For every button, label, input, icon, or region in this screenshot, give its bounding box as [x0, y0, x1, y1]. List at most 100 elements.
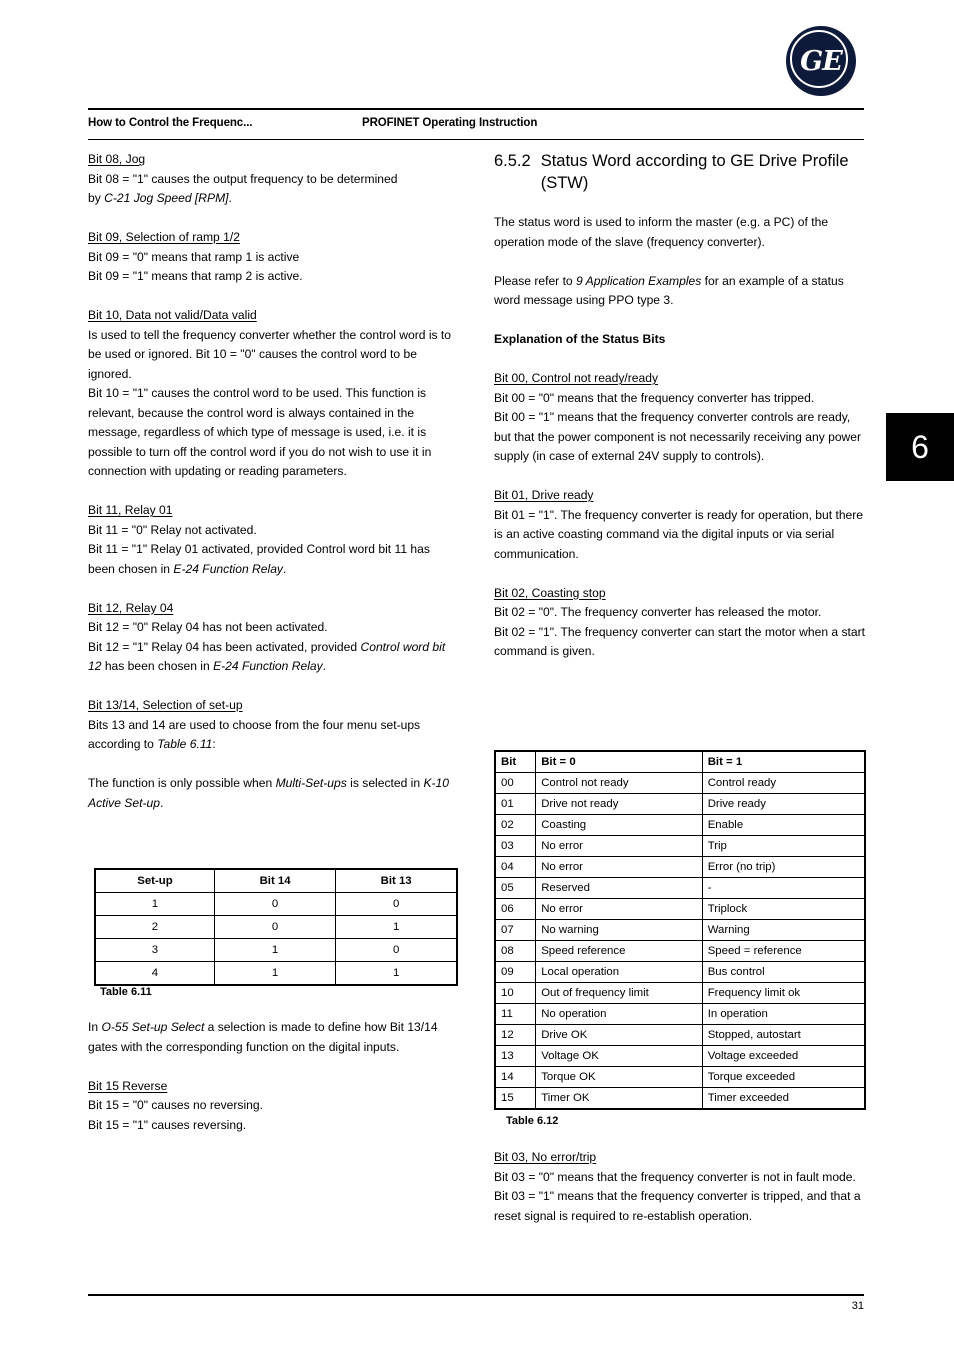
section-status-bit-00: Bit 00, Control not ready/ready Bit 00 =… [494, 369, 866, 467]
status-bit-00-line-1: Bit 00 = "0" means that the frequency co… [494, 390, 815, 405]
section-bit-12: Bit 12, Relay 04 Bit 12 = "0" Relay 04 h… [88, 599, 458, 677]
cell-bit-index: 01 [494, 793, 537, 815]
table-row: 02 Coasting Enable [494, 814, 866, 836]
section-bit-11: Bit 11, Relay 01 Bit 11 = "0" Relay not … [88, 501, 458, 579]
bit-11-line-2: Bit 11 = "1" Relay 01 activated, provide… [88, 542, 430, 576]
o55-setup-select-note: In O-55 Set-up Select a selection is mad… [88, 1018, 458, 1057]
multi-set-up-text: The function is only possible when Multi… [88, 776, 449, 810]
status-bit-02-line-1: Bit 02 = "0". The frequency converter ha… [494, 605, 822, 619]
table-row: 4 1 1 [94, 961, 458, 986]
cell-bit14: 1 [213, 938, 337, 962]
cell-bit-0-meaning: Local operation [535, 961, 703, 983]
section-bit-13-14: Bit 13/14, Selection of set-up Bits 13 a… [88, 696, 458, 755]
cell-bit-1-meaning: Bus control [701, 961, 866, 983]
section-bit-08: Bit 08, Jog Bit 08 = "1" causes the outp… [88, 150, 458, 209]
col-header-setup: Set-up [94, 868, 215, 893]
cell-bit-index: 09 [494, 961, 537, 983]
col-header-bit-0: Bit = 0 [535, 750, 703, 773]
table-row: 04 No error Error (no trip) [494, 856, 866, 878]
cell-bit13: 0 [335, 938, 458, 962]
table-row: 08 Speed reference Speed = reference [494, 940, 866, 962]
status-bit-03-line-2: Bit 03 = "1" means that the frequency co… [494, 1189, 861, 1223]
cell-bit-1-meaning: Control ready [701, 772, 866, 794]
cell-bit-0-meaning: Timer OK [535, 1087, 703, 1110]
section-number: 6.5.2 [494, 152, 531, 170]
table-header-row: Bit Bit = 0 Bit = 1 [494, 750, 866, 773]
bit-09-line-1: Bit 09 = "0" means that ramp 1 is active [88, 249, 300, 264]
bit-11-line-1: Bit 11 = "0" Relay not activated. [88, 522, 257, 537]
cell-bit-1-meaning: Error (no trip) [701, 856, 866, 878]
bit-09-heading: Bit 09, Selection of ramp 1/2 [88, 230, 240, 244]
ge-logo: GE [786, 26, 860, 100]
cell-bit-1-meaning: Warning [701, 919, 866, 941]
cell-setup: 3 [94, 938, 215, 962]
section-bit-15: Bit 15 Reverse Bit 15 = "0" causes no re… [88, 1077, 458, 1136]
section-bit-10: Bit 10, Data not valid/Data valid Is use… [88, 306, 458, 482]
table-setup-selection: Set-up Bit 14 Bit 13 1 0 0 2 0 1 3 1 0 4… [94, 868, 458, 986]
table-row: 15 Timer OK Timer exceeded [494, 1087, 866, 1110]
status-bit-00-line-2: Bit 00 = "1" means that the frequency co… [494, 410, 862, 463]
col-header-bit14: Bit 14 [213, 868, 337, 893]
bit-10-body-2: Bit 10 = "1" causes the control word to … [88, 386, 432, 478]
cell-bit-0-meaning: No warning [535, 919, 703, 941]
left-column: Bit 08, Jog Bit 08 = "1" causes the outp… [88, 150, 458, 813]
cell-bit-0-meaning: Drive OK [535, 1024, 703, 1046]
status-bit-00-heading: Bit 00, Control not ready/ready [494, 371, 659, 385]
bit-08-heading: Bit 08, Jog [88, 152, 146, 166]
status-bit-03-line-1: Bit 03 = "0" means that the frequency co… [494, 1169, 856, 1184]
header-document-title: PROFINET Operating Instruction [362, 117, 538, 129]
bit-11-heading: Bit 11, Relay 01 [88, 503, 173, 517]
section-bit-09: Bit 09, Selection of ramp 1/2 Bit 09 = "… [88, 228, 458, 287]
table-row: 00 Control not ready Control ready [494, 772, 866, 794]
cell-bit-index: 03 [494, 835, 537, 857]
cell-bit-1-meaning: Frequency limit ok [701, 982, 866, 1004]
cell-bit-index: 05 [494, 877, 537, 899]
cell-bit-1-meaning: Speed = reference [701, 940, 866, 962]
ge-logo-monogram: GE [800, 45, 843, 77]
cell-bit-0-meaning: Drive not ready [535, 793, 703, 815]
cell-bit-1-meaning: Timer exceeded [701, 1087, 866, 1110]
col-header-bit-1: Bit = 1 [701, 750, 866, 773]
left-column-lower: In O-55 Set-up Select a selection is mad… [88, 1018, 458, 1135]
cell-bit-1-meaning: Enable [701, 814, 866, 836]
refer-text: Please refer to 9 Application Examples f… [494, 273, 844, 308]
table-row: 07 No warning Warning [494, 919, 866, 941]
cell-bit-0-meaning: No operation [535, 1003, 703, 1025]
cell-bit-1-meaning: Voltage exceeded [701, 1045, 866, 1067]
table-row: 12 Drive OK Stopped, autostart [494, 1024, 866, 1046]
bit-08-line-1: Bit 08 = "1" causes the output frequency… [88, 171, 398, 186]
cell-bit13: 1 [335, 915, 458, 939]
section-title: Status Word according to GE Drive Profil… [540, 152, 849, 192]
cell-bit-1-meaning: Stopped, autostart [701, 1024, 866, 1046]
cell-bit-index: 06 [494, 898, 537, 920]
bit-13-14-heading: Bit 13/14, Selection of set-up [88, 698, 243, 712]
table-row: 3 1 0 [94, 938, 458, 962]
cell-bit-1-meaning: Triplock [701, 898, 866, 920]
multi-set-up-note: The function is only possible when Multi… [88, 774, 458, 813]
o55-text: In O-55 Set-up Select a selection is mad… [88, 1020, 438, 1054]
cell-bit-0-meaning: Reserved [535, 877, 703, 899]
col-header-bit13: Bit 13 [335, 868, 458, 893]
table-row: 1 0 0 [94, 892, 458, 916]
bit-15-line-2: Bit 15 = "1" causes reversing. [88, 1117, 247, 1132]
status-bit-02-line-2: Bit 02 = "1". The frequency converter ca… [494, 624, 866, 659]
table-row: 09 Local operation Bus control [494, 961, 866, 983]
cell-bit-0-meaning: Speed reference [535, 940, 703, 962]
cell-bit14: 1 [213, 961, 337, 986]
explanation-heading: Explanation of the Status Bits [494, 332, 666, 346]
bit-08-line-2: by C-21 Jog Speed [RPM]. [88, 191, 232, 205]
bit-15-heading: Bit 15 Reverse [88, 1078, 168, 1093]
section-status-bit-03: Bit 03, No error/trip Bit 03 = "0" means… [494, 1148, 866, 1226]
cell-bit-index: 00 [494, 772, 537, 794]
bit-10-body-1: Is used to tell the frequency converter … [88, 327, 452, 381]
page-number: 31 [851, 1300, 864, 1312]
header-rule-top [88, 108, 864, 110]
cell-bit-0-meaning: Torque OK [535, 1066, 703, 1088]
table-6-12: Bit Bit = 0 Bit = 1 00 Control not ready C… [494, 750, 866, 1110]
application-examples-reference: Please refer to 9 Application Examples f… [494, 272, 866, 311]
cell-bit-index: 07 [494, 919, 537, 941]
cell-bit-1-meaning: In operation [701, 1003, 866, 1025]
cell-bit-index: 02 [494, 814, 537, 836]
cell-bit-1-meaning: Torque exceeded [701, 1066, 866, 1088]
bit-12-line-2: Bit 12 = "1" Relay 04 has been activated… [88, 639, 446, 674]
